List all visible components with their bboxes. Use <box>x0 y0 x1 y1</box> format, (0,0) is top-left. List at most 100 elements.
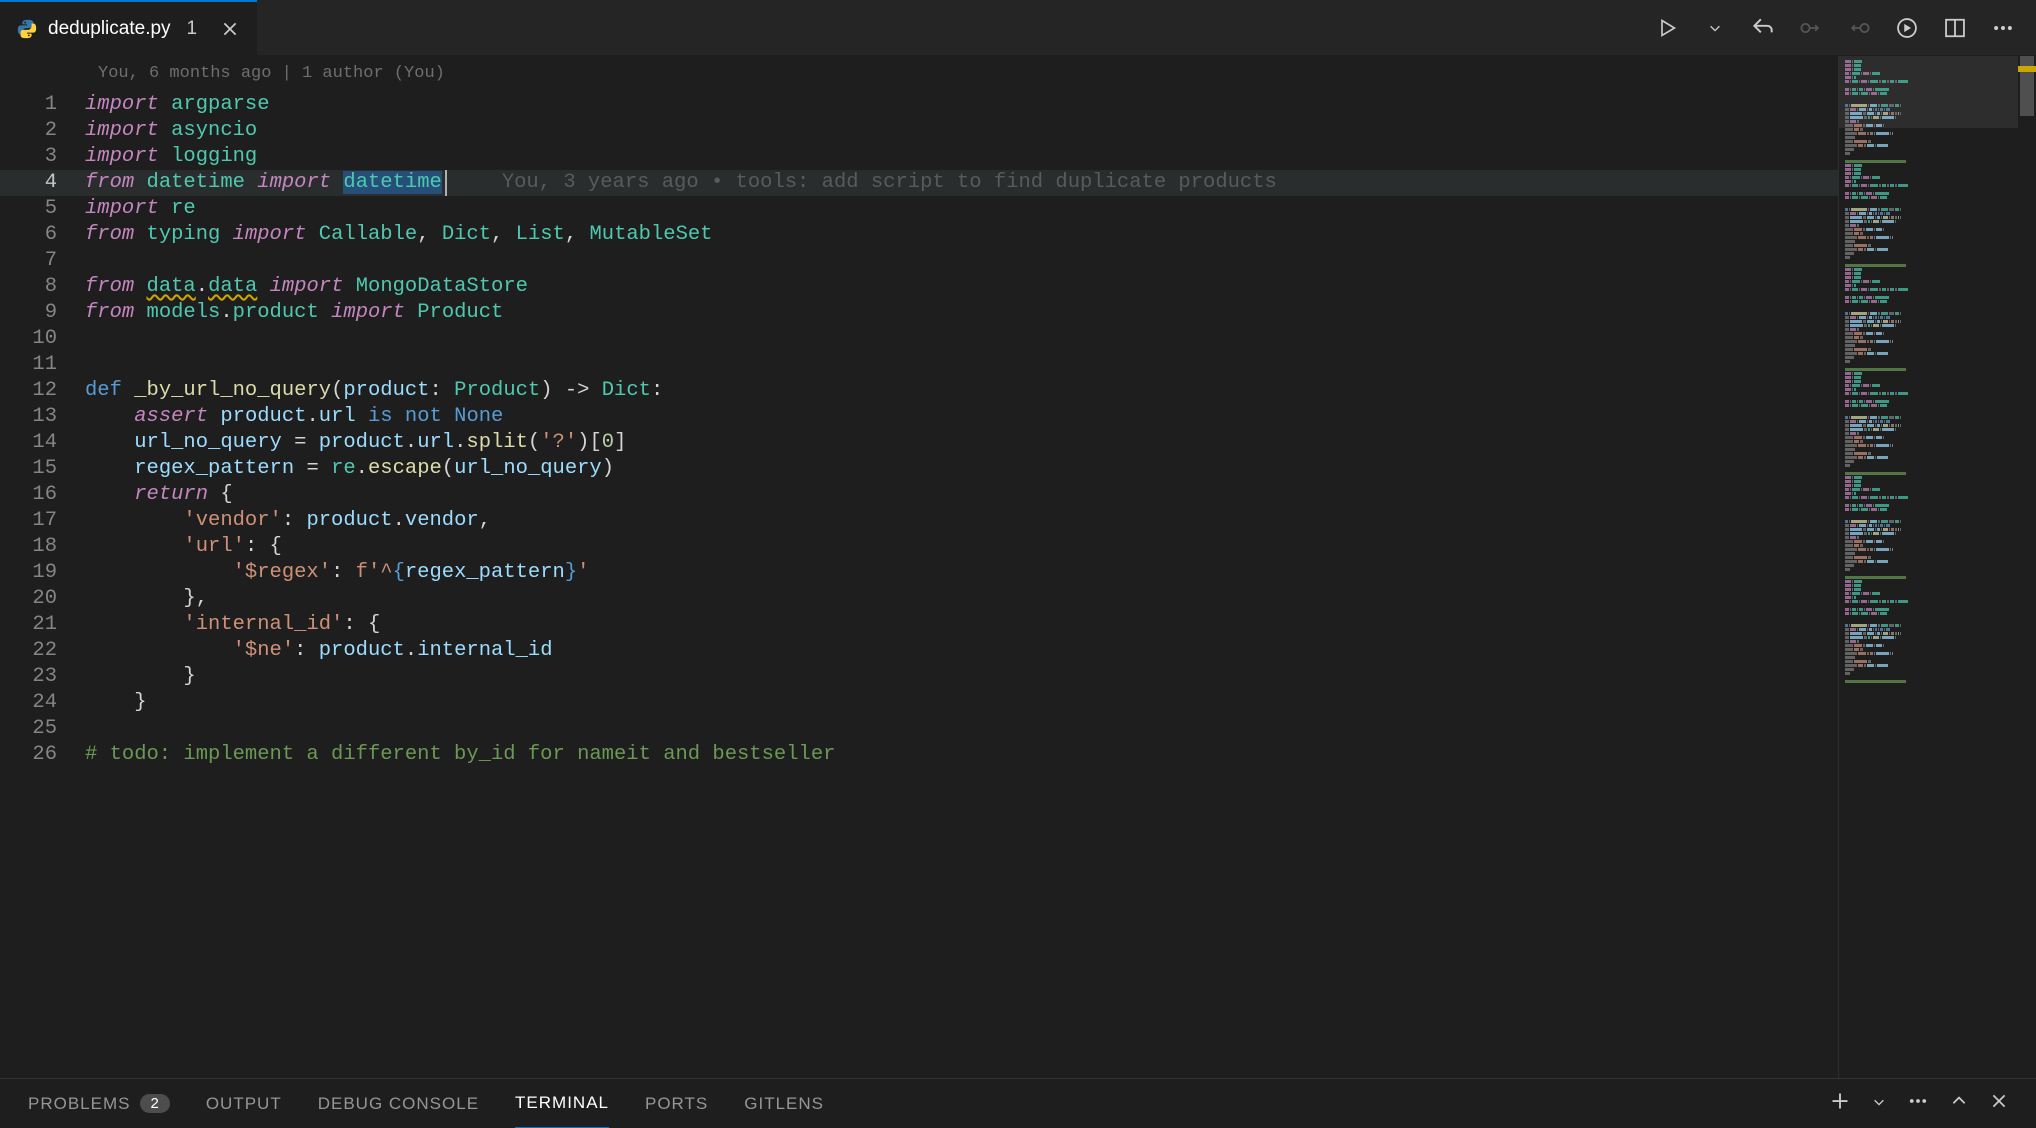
split-editor-icon[interactable] <box>1942 15 1968 41</box>
code-line[interactable]: 1import argparse <box>0 92 1838 118</box>
panel-tab-gitlens[interactable]: GITLENS <box>744 1079 824 1128</box>
line-number: 23 <box>0 664 85 690</box>
code-content[interactable]: '$regex': f'^{regex_pattern}' <box>85 560 1838 586</box>
code-line[interactable]: 13 assert product.url is not None <box>0 404 1838 430</box>
line-number: 24 <box>0 690 85 716</box>
code-content[interactable]: } <box>85 690 1838 716</box>
panel-tab-output[interactable]: OUTPUT <box>206 1079 282 1128</box>
run-coverage-icon[interactable] <box>1894 15 1920 41</box>
code-line[interactable]: 11 <box>0 352 1838 378</box>
code-line[interactable]: 18 'url': { <box>0 534 1838 560</box>
code-line[interactable]: 9from models.product import Product <box>0 300 1838 326</box>
code-content[interactable]: '$ne': product.internal_id <box>85 638 1838 664</box>
code-content[interactable]: } <box>85 664 1838 690</box>
code-content[interactable] <box>85 326 1838 352</box>
code-line[interactable]: 7 <box>0 248 1838 274</box>
run-icon[interactable] <box>1654 15 1680 41</box>
code-line[interactable]: 5import re <box>0 196 1838 222</box>
code-content[interactable]: 'internal_id': { <box>85 612 1838 638</box>
tab-filename: deduplicate.py <box>48 18 171 40</box>
code-content[interactable]: def _by_url_no_query(product: Product) -… <box>85 378 1838 404</box>
panel-tab-problems[interactable]: PROBLEMS 2 <box>28 1079 170 1128</box>
code-line[interactable]: 4from datetime import datetimeYou, 3 yea… <box>0 170 1838 196</box>
code-content[interactable]: 'url': { <box>85 534 1838 560</box>
line-number: 9 <box>0 300 85 326</box>
line-number: 6 <box>0 222 85 248</box>
go-back-icon[interactable] <box>1750 15 1776 41</box>
code-content[interactable]: }, <box>85 586 1838 612</box>
panel-tab-label: PROBLEMS <box>28 1094 130 1114</box>
code-line[interactable]: 17 'vendor': product.vendor, <box>0 508 1838 534</box>
maximize-panel-icon[interactable] <box>1950 1092 1968 1115</box>
code-content[interactable]: url_no_query = product.url.split('?')[0] <box>85 430 1838 456</box>
panel-tab-bar: PROBLEMS 2 OUTPUT DEBUG CONSOLE TERMINAL… <box>0 1078 2036 1128</box>
code-line[interactable]: 6from typing import Callable, Dict, List… <box>0 222 1838 248</box>
line-number: 8 <box>0 274 85 300</box>
panel-tab-label: DEBUG CONSOLE <box>318 1094 479 1114</box>
run-dropdown-icon[interactable] <box>1702 15 1728 41</box>
code-line[interactable]: 14 url_no_query = product.url.split('?')… <box>0 430 1838 456</box>
line-number: 15 <box>0 456 85 482</box>
panel-tab-ports[interactable]: PORTS <box>645 1079 708 1128</box>
code-content[interactable]: import asyncio <box>85 118 1838 144</box>
code-line[interactable]: 12def _by_url_no_query(product: Product)… <box>0 378 1838 404</box>
line-number: 10 <box>0 326 85 352</box>
next-change-icon[interactable] <box>1846 15 1872 41</box>
code-content[interactable]: from models.product import Product <box>85 300 1838 326</box>
code-content[interactable]: 'vendor': product.vendor, <box>85 508 1838 534</box>
prev-change-icon[interactable] <box>1798 15 1824 41</box>
editor-area: You, 6 months ago | 1 author (You) 1impo… <box>0 56 2036 1078</box>
code-content[interactable]: import argparse <box>85 92 1838 118</box>
more-actions-icon[interactable] <box>1990 15 2016 41</box>
code-line[interactable]: 10 <box>0 326 1838 352</box>
editor-main[interactable]: You, 6 months ago | 1 author (You) 1impo… <box>0 56 1838 1078</box>
tab-close-button[interactable] <box>219 18 241 40</box>
minimap-content <box>1845 60 2012 684</box>
code-line[interactable]: 15 regex_pattern = re.escape(url_no_quer… <box>0 456 1838 482</box>
vertical-scrollbar[interactable] <box>2018 56 2036 1078</box>
panel-more-icon[interactable] <box>1908 1091 1928 1116</box>
code-line[interactable]: 22 '$ne': product.internal_id <box>0 638 1838 664</box>
line-number: 7 <box>0 248 85 274</box>
code-line[interactable]: 26# todo: implement a different by_id fo… <box>0 742 1838 768</box>
code-content[interactable]: from typing import Callable, Dict, List,… <box>85 222 1838 248</box>
code-line[interactable]: 16 return { <box>0 482 1838 508</box>
code-content[interactable]: from data.data import MongoDataStore <box>85 274 1838 300</box>
scrollbar-thumb[interactable] <box>2020 56 2034 116</box>
code-content[interactable]: import re <box>85 196 1838 222</box>
code-content[interactable]: assert product.url is not None <box>85 404 1838 430</box>
editor-tab[interactable]: deduplicate.py 1 <box>0 0 257 56</box>
minimap[interactable] <box>1838 56 2018 1078</box>
code-line[interactable]: 21 'internal_id': { <box>0 612 1838 638</box>
panel-tab-terminal[interactable]: TERMINAL <box>515 1079 609 1128</box>
code-line[interactable]: 3import logging <box>0 144 1838 170</box>
gitlens-file-blame: You, 6 months ago | 1 author (You) <box>98 64 445 83</box>
code-content[interactable]: regex_pattern = re.escape(url_no_query) <box>85 456 1838 482</box>
code-line[interactable]: 2import asyncio <box>0 118 1838 144</box>
code-line[interactable]: 19 '$regex': f'^{regex_pattern}' <box>0 560 1838 586</box>
close-panel-icon[interactable] <box>1990 1092 2008 1115</box>
panel-tab-label: OUTPUT <box>206 1094 282 1114</box>
code-content[interactable]: return { <box>85 482 1838 508</box>
scroll-marker <box>2018 66 2036 72</box>
tab-bar: deduplicate.py 1 <box>0 0 2036 56</box>
code-editor[interactable]: 1import argparse2import asyncio3import l… <box>0 92 1838 1078</box>
line-number: 2 <box>0 118 85 144</box>
code-content[interactable]: from datetime import datetimeYou, 3 year… <box>85 170 1838 196</box>
code-content[interactable] <box>85 248 1838 274</box>
terminal-dropdown-icon[interactable] <box>1872 1094 1886 1114</box>
code-content[interactable]: # todo: implement a different by_id for … <box>85 742 1838 768</box>
code-content[interactable]: import logging <box>85 144 1838 170</box>
line-number: 21 <box>0 612 85 638</box>
line-number: 18 <box>0 534 85 560</box>
code-line[interactable]: 25 <box>0 716 1838 742</box>
code-line[interactable]: 24 } <box>0 690 1838 716</box>
line-number: 20 <box>0 586 85 612</box>
code-content[interactable] <box>85 352 1838 378</box>
code-line[interactable]: 20 }, <box>0 586 1838 612</box>
code-content[interactable] <box>85 716 1838 742</box>
panel-tab-debug-console[interactable]: DEBUG CONSOLE <box>318 1079 479 1128</box>
new-terminal-icon[interactable] <box>1830 1091 1850 1116</box>
code-line[interactable]: 23 } <box>0 664 1838 690</box>
code-line[interactable]: 8from data.data import MongoDataStore <box>0 274 1838 300</box>
